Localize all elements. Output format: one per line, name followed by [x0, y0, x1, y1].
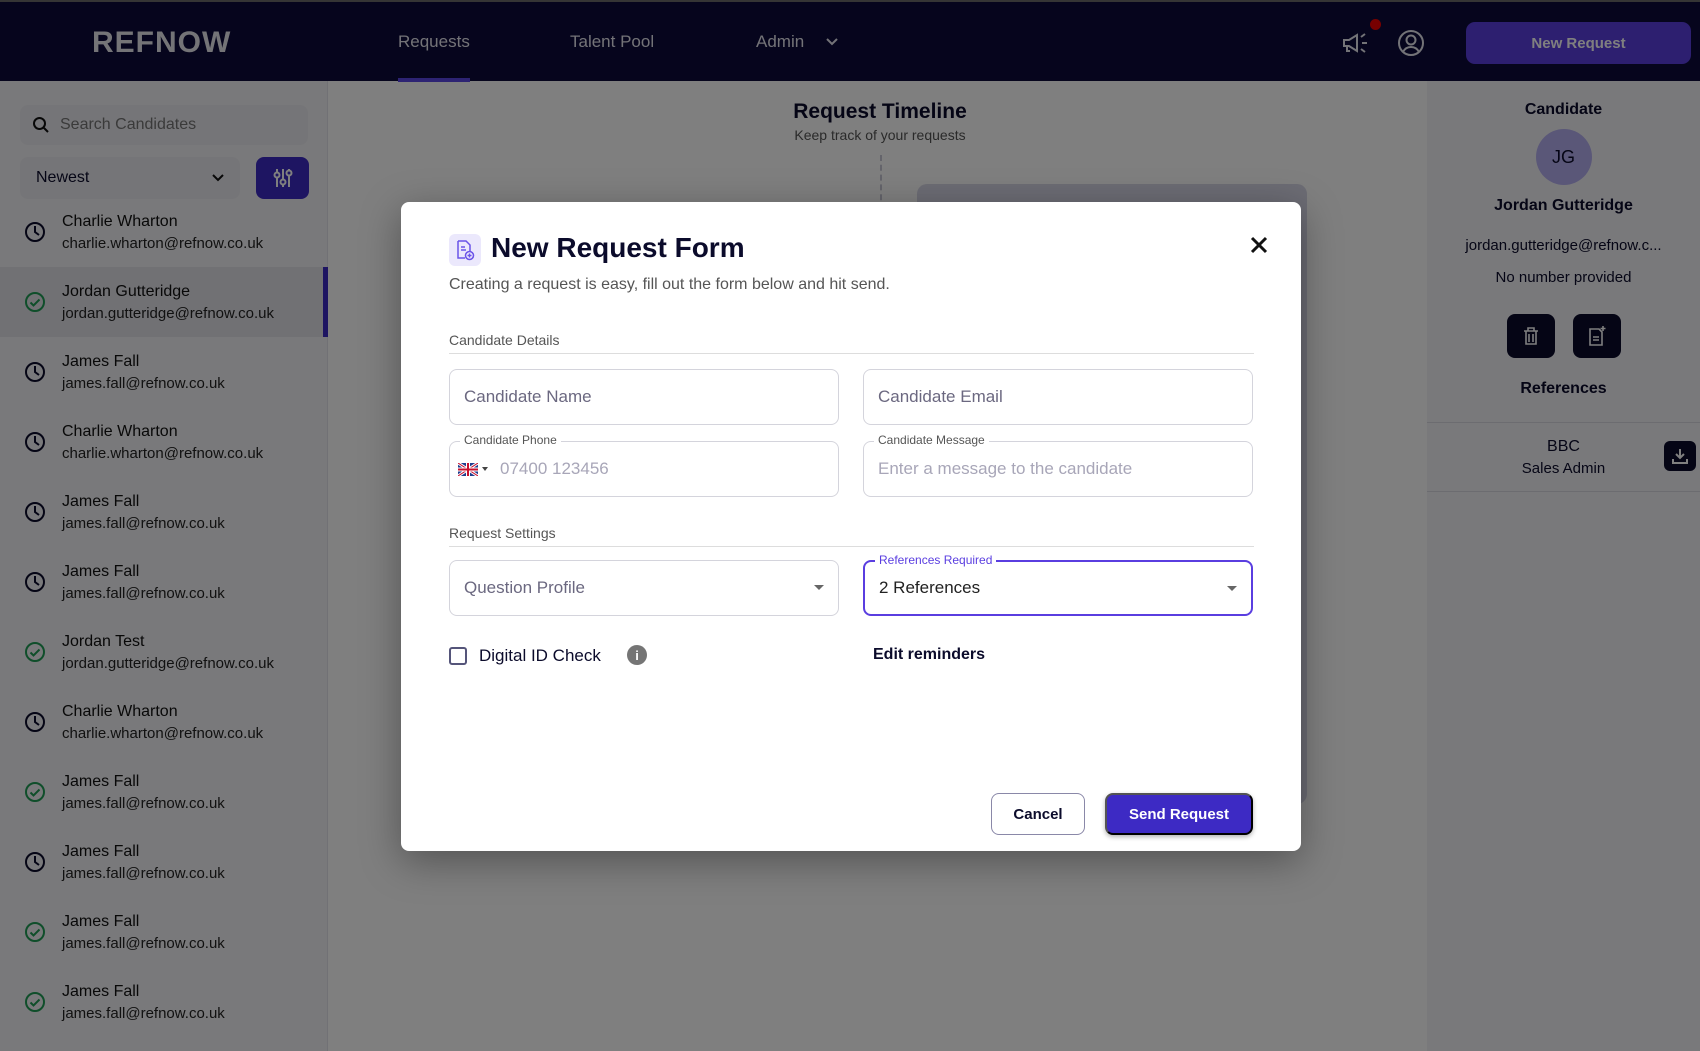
caret-down-icon: [482, 467, 488, 471]
digital-id-check[interactable]: Digital ID Check: [449, 646, 601, 666]
question-profile-select[interactable]: Question Profile: [449, 560, 839, 616]
candidate-phone-label: Candidate Phone: [460, 433, 561, 447]
question-profile-placeholder: Question Profile: [464, 578, 585, 597]
new-request-modal: New Request Form Creating a request is e…: [401, 202, 1301, 851]
digital-id-label: Digital ID Check: [479, 646, 601, 665]
references-required-value: 2 References: [879, 578, 981, 597]
cancel-button[interactable]: Cancel: [991, 793, 1085, 835]
modal-subtitle: Creating a request is easy, fill out the…: [449, 276, 890, 293]
caret-down-icon: [1227, 586, 1237, 591]
candidate-email-field[interactable]: [863, 369, 1253, 425]
candidate-name-input[interactable]: [464, 387, 824, 407]
candidate-details-section: Candidate Details: [449, 332, 1254, 354]
edit-reminders-link[interactable]: Edit reminders: [873, 646, 985, 664]
candidate-message-label: Candidate Message: [874, 433, 989, 447]
candidate-message-field[interactable]: Candidate Message: [863, 433, 1253, 497]
candidate-message-input[interactable]: [878, 459, 1238, 479]
request-settings-section: Request Settings: [449, 525, 1254, 547]
candidate-phone-input[interactable]: [500, 459, 824, 479]
digital-id-checkbox[interactable]: [449, 647, 467, 665]
uk-flag-icon: [458, 462, 478, 476]
document-add-icon: [449, 234, 481, 266]
info-icon[interactable]: i: [627, 645, 647, 665]
close-icon[interactable]: [1246, 232, 1272, 258]
candidate-email-input[interactable]: [878, 387, 1238, 407]
candidate-name-field[interactable]: [449, 369, 839, 425]
references-required-label: References Required: [875, 553, 997, 567]
references-required-select[interactable]: References Required 2 References: [863, 553, 1253, 616]
send-request-button[interactable]: Send Request: [1105, 793, 1253, 835]
country-selector[interactable]: [458, 462, 488, 476]
caret-down-icon: [814, 585, 824, 590]
modal-title: New Request Form: [491, 232, 745, 263]
candidate-phone-field[interactable]: Candidate Phone: [449, 433, 839, 497]
